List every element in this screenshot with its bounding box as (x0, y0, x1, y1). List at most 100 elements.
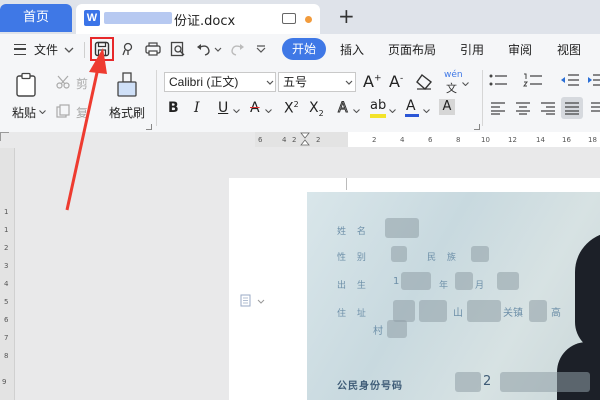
ruler-label: 9 (2, 378, 7, 386)
divider (482, 70, 483, 126)
card-name-label: 姓 名 (337, 227, 370, 237)
id-card-image[interactable]: 姓 名 性 别 民 族 出 生 1 年 月 住 址 山 关镇 高 村 (307, 192, 600, 400)
ruler-label: 6 (428, 136, 433, 144)
font-launcher-icon[interactable] (474, 124, 480, 130)
ruler-label: 8 (456, 136, 461, 144)
strikethrough-button[interactable]: A (250, 100, 260, 116)
paste-label[interactable]: 粘贴 (12, 104, 36, 121)
redacted-address-3 (467, 300, 501, 322)
distributed-icon[interactable] (590, 102, 600, 115)
text-effect-dropdown-icon[interactable] (353, 109, 360, 113)
underline-button[interactable]: U (218, 100, 228, 116)
ruler-label: 2 (292, 136, 297, 144)
ruler-label: 18 (588, 136, 597, 144)
card-id-number-label: 公民身份号码 (337, 381, 403, 392)
grow-font-icon[interactable]: A+ (363, 72, 382, 91)
tab-selector[interactable] (0, 132, 9, 141)
font-name-dropdown-icon[interactable] (266, 80, 274, 85)
align-right-icon[interactable] (540, 102, 556, 115)
vertical-ruler: 1 1 2 3 4 5 6 7 8 9 (0, 148, 15, 400)
print-icon[interactable] (145, 42, 161, 56)
tab-insert[interactable]: 插入 (340, 41, 364, 58)
font-size-dropdown-icon[interactable] (345, 80, 353, 85)
undo-dropdown-icon[interactable] (214, 47, 222, 52)
bullet-list-icon[interactable] (489, 73, 509, 87)
card-month-label: 月 (475, 281, 489, 291)
hamburger-menu-icon[interactable] (14, 44, 26, 55)
align-center-icon[interactable] (515, 102, 531, 115)
tab-page-layout[interactable]: 页面布局 (388, 41, 436, 58)
ruler-label: 6 (4, 316, 9, 324)
ruler-label: 14 (536, 136, 545, 144)
ruler-label: 4 (4, 280, 9, 288)
redacted-address-4 (529, 300, 547, 322)
card-address-fragment: 山 (453, 308, 463, 319)
annotation-arrow (65, 48, 107, 211)
ruler-label: 3 (4, 262, 9, 270)
pinyin-dropdown-icon[interactable] (462, 82, 469, 86)
margin-corner-mark (346, 178, 347, 190)
clear-format-icon[interactable] (415, 74, 433, 90)
highlight-button[interactable]: ab (370, 98, 386, 113)
pinyin-icon[interactable]: wén (444, 70, 463, 80)
redacted-name (385, 218, 419, 238)
ruler-label: 2 (316, 136, 321, 144)
font-name-select[interactable]: Calibri (正文) (164, 72, 276, 92)
subscript-button[interactable]: X2 (309, 100, 324, 118)
new-tab-button[interactable]: + (338, 4, 355, 28)
redacted-address-1 (393, 300, 415, 322)
tab-start[interactable]: 开始 (282, 38, 326, 60)
indent-marker-icon[interactable] (300, 132, 310, 148)
superscript-button[interactable]: X2 (284, 100, 299, 117)
underline-dropdown-icon[interactable] (233, 109, 240, 113)
justify-icon[interactable] (564, 102, 580, 115)
text-effect-button[interactable]: A (338, 100, 349, 117)
align-left-icon[interactable] (490, 102, 506, 115)
shrink-font-icon[interactable]: A- (389, 72, 403, 91)
italic-button[interactable]: I (194, 100, 200, 116)
document-title: 份证.docx (174, 14, 236, 29)
card-birth-year-fragment: 1 (393, 276, 400, 287)
ruler-label: 4 (282, 136, 287, 144)
font-color-dropdown-icon[interactable] (423, 109, 430, 113)
screen-icon[interactable] (282, 13, 296, 24)
paragraph-handle-icon[interactable] (240, 294, 266, 308)
ruler-label: 1 (4, 226, 9, 234)
ruler-label: 2 (372, 136, 377, 144)
tab-document[interactable]: W 份证.docx (76, 4, 320, 34)
paste-icon[interactable] (14, 72, 38, 98)
redacted-birth-month (455, 272, 473, 290)
highlight-dropdown-icon[interactable] (389, 109, 396, 113)
print-preview-icon[interactable] (170, 41, 186, 57)
font-color-button[interactable]: A (406, 98, 416, 114)
redacted-birth-day (497, 272, 519, 290)
unsaved-dot-icon (305, 16, 312, 23)
ruler-label: 4 (400, 136, 405, 144)
tab-references[interactable]: 引用 (460, 41, 484, 58)
quick-access-dropdown-icon[interactable] (256, 45, 266, 53)
export-icon[interactable] (121, 42, 135, 56)
redacted-address-5 (387, 320, 407, 338)
decrease-indent-icon[interactable] (560, 73, 580, 87)
numbered-list-icon[interactable] (523, 73, 543, 87)
paste-dropdown-icon[interactable] (39, 110, 46, 114)
tab-home[interactable]: 首页 (0, 4, 72, 32)
strikethrough-dropdown-icon[interactable] (265, 109, 272, 113)
bold-button[interactable]: B (168, 100, 179, 116)
redacted-id-number-2 (500, 372, 590, 392)
char-shading-button[interactable]: A (439, 99, 455, 115)
redacted-id-number-1 (455, 372, 481, 392)
redo-icon[interactable] (229, 42, 245, 56)
ruler-label: 7 (4, 334, 9, 342)
highlight-color-bar (370, 114, 386, 118)
clipboard-launcher-icon[interactable] (146, 124, 152, 130)
file-menu[interactable]: 文件 (34, 41, 58, 58)
tab-review[interactable]: 审阅 (508, 41, 532, 58)
word-doc-icon: W (84, 10, 100, 26)
tab-view[interactable]: 视图 (557, 41, 581, 58)
ruler-label: 2 (4, 244, 9, 252)
card-year-label: 年 (439, 281, 453, 291)
font-size-value: 五号 (283, 75, 308, 89)
undo-icon[interactable] (196, 42, 212, 56)
increase-indent-icon[interactable] (587, 73, 600, 87)
